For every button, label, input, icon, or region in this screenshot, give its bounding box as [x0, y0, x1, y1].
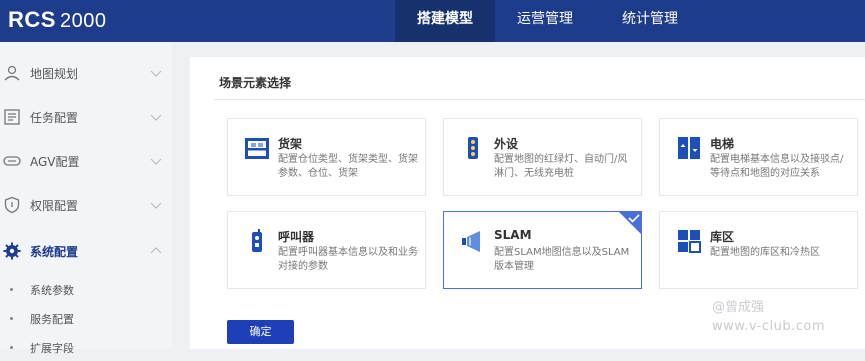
confirm-button[interactable]: 确定 [227, 320, 294, 344]
card-shelf[interactable]: 货架 配置仓位类型、货架类型、货架参数、仓位、货架 [227, 118, 426, 196]
watermark-author: @曾成强 [712, 300, 765, 315]
sidebar-subitem-system-params[interactable]: 系统参数 [0, 275, 172, 303]
card-title: 货架 [278, 137, 303, 151]
chevron-down-icon [150, 114, 162, 121]
chevron-up-icon [150, 247, 162, 254]
chevron-down-icon [150, 158, 162, 165]
caller-icon [252, 229, 262, 252]
sidebar-subitem-extension-fields[interactable]: 扩展字段 [0, 333, 172, 361]
sidebar-item-task-config[interactable]: 任务配置 [0, 96, 172, 140]
shield-icon [4, 196, 20, 214]
card-description: 配置地图的库区和冷热区 [710, 247, 820, 258]
bullet-dot [10, 317, 13, 320]
chevron-down-icon [150, 202, 162, 209]
card-warehouse-area[interactable]: 库区 配置地图的库区和冷热区 [659, 211, 858, 289]
card-description: 配置电梯基本信息以及接驳点/等待点和地图的对应关系 [710, 154, 844, 179]
card-title: 呼叫器 [278, 230, 315, 244]
card-slam[interactable]: SLAM 配置SLAM地图信息以及SLAM版本管理 [443, 211, 642, 289]
watermark-url: www.v-club.com [712, 319, 826, 334]
map-person-icon [4, 65, 20, 81]
sidebar-subitem-label: 系统参数 [30, 284, 74, 297]
elevator-icon [678, 137, 700, 159]
card-description: 配置地图的红绿灯、自动门/风淋门、无线充电桩 [494, 154, 628, 179]
card-title: 电梯 [710, 137, 735, 151]
card-description: 配置仓位类型、货架类型、货架参数、仓位、货架 [278, 154, 418, 179]
sidebar-item-permission-config[interactable]: 权限配置 [0, 184, 172, 228]
tab-build-model[interactable]: 搭建模型 [395, 0, 495, 42]
shelf-icon [245, 138, 269, 159]
card-title: 库区 [710, 230, 735, 244]
card-description: 配置呼叫器基本信息以及和业务对接的参数 [278, 247, 418, 272]
card-description: 配置SLAM地图信息以及SLAM版本管理 [494, 247, 630, 272]
section-title: 场景元素选择 [219, 76, 292, 90]
agv-robot-icon [3, 156, 21, 166]
sidebar-subitem-label: 服务配置 [30, 313, 74, 326]
gear-icon [3, 242, 21, 260]
chevron-down-icon [150, 70, 162, 77]
warehouse-area-icon [678, 230, 701, 253]
tab-statistics[interactable]: 统计管理 [605, 0, 695, 42]
sidebar-item-label: 地图规划 [30, 67, 79, 81]
logo-version-text: 2000 [59, 10, 107, 32]
sidebar: 地图规划 任务配置 AGV配置 权限配置 系统配置 系统参数 服务配置 扩展字段 [0, 42, 172, 355]
sidebar-subitem-label: 扩展字段 [30, 342, 74, 355]
sidebar-item-label: 系统配置 [30, 245, 79, 259]
divider [214, 99, 865, 100]
top-navigation-bar: RCS 2000 搭建模型 运营管理 统计管理 [0, 0, 865, 42]
card-title: SLAM [494, 228, 532, 242]
tab-operations[interactable]: 运营管理 [505, 0, 585, 42]
sidebar-item-agv-config[interactable]: AGV配置 [0, 140, 172, 184]
traffic-light-icon [468, 137, 478, 159]
card-peripheral[interactable]: 外设 配置地图的红绿灯、自动门/风淋门、无线充电桩 [443, 118, 642, 196]
task-list-icon [4, 109, 20, 125]
sidebar-item-label: 任务配置 [30, 111, 79, 125]
slam-icon [462, 231, 480, 252]
card-title: 外设 [494, 137, 519, 151]
sidebar-item-label: 权限配置 [30, 199, 79, 213]
sidebar-item-system-config[interactable]: 系统配置 [0, 230, 172, 274]
selected-check-icon [619, 212, 641, 234]
sidebar-item-label: AGV配置 [30, 155, 80, 169]
card-caller[interactable]: 呼叫器 配置呼叫器基本信息以及和业务对接的参数 [227, 211, 426, 289]
app-logo: RCS 2000 [8, 7, 106, 33]
sidebar-subitem-service-config[interactable]: 服务配置 [0, 304, 172, 332]
card-elevator[interactable]: 电梯 配置电梯基本信息以及接驳点/等待点和地图的对应关系 [659, 118, 858, 196]
sidebar-item-map-planning[interactable]: 地图规划 [0, 52, 172, 96]
logo-main-text: RCS [8, 7, 56, 32]
bullet-dot [10, 288, 13, 291]
